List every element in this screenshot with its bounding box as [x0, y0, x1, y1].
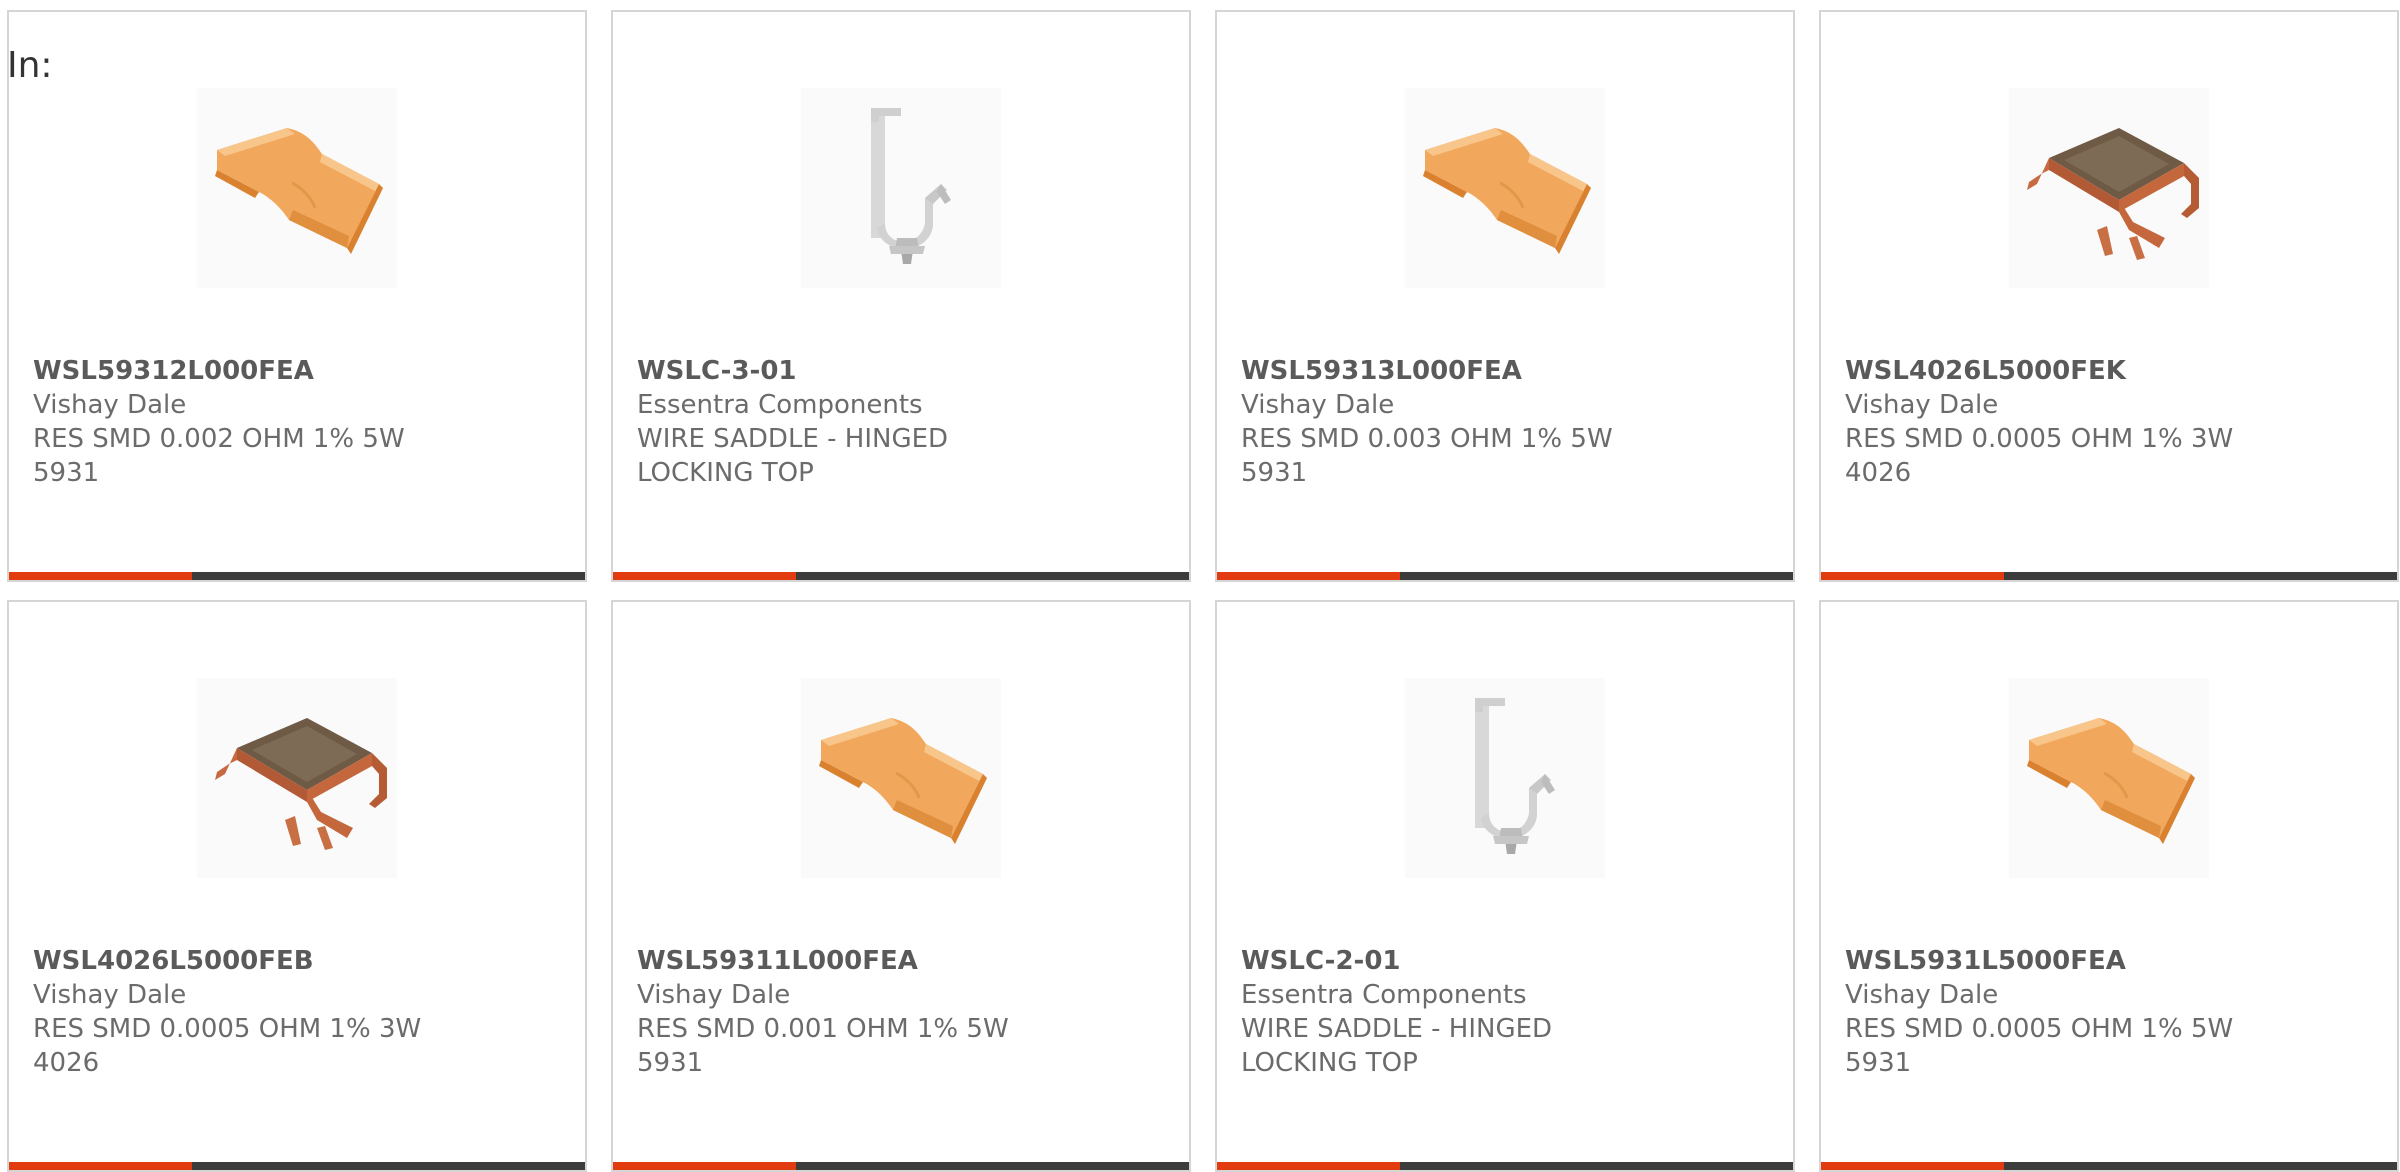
flat-resistor-icon — [213, 126, 385, 256]
card-accent — [1821, 1162, 2004, 1170]
part-number-link[interactable]: WSL5931L5000FEA — [1845, 944, 2373, 978]
part-number-link[interactable]: WSL4026L5000FEB — [33, 944, 561, 978]
filter-label: In: — [7, 45, 53, 86]
product-image — [197, 88, 397, 288]
description: RES SMD 0.0005 OHM 1% 5W 5931 — [1845, 1014, 2234, 1078]
card-accent — [1217, 572, 1400, 580]
manufacturer: Essentra Components — [637, 390, 923, 420]
product-grid: WSL59312L000FEA Vishay Dale RES SMD 0.00… — [7, 10, 2400, 1172]
product-image — [2009, 88, 2209, 288]
product-card[interactable]: WSLC-2-01 Essentra Components WIRE SADDL… — [1215, 600, 1795, 1172]
product-card[interactable]: WSL59313L000FEA Vishay Dale RES SMD 0.00… — [1215, 10, 1795, 582]
product-text: WSL4026L5000FEB Vishay Dale RES SMD 0.00… — [33, 944, 561, 1080]
product-card[interactable]: WSL4026L5000FEK Vishay Dale RES SMD 0.00… — [1819, 10, 2399, 582]
description: RES SMD 0.0005 OHM 1% 3W 4026 — [33, 1014, 422, 1078]
manufacturer: Vishay Dale — [33, 980, 187, 1010]
flat-resistor-icon — [817, 716, 989, 846]
product-text: WSLC-3-01 Essentra Components WIRE SADDL… — [637, 354, 1165, 490]
description: RES SMD 0.003 OHM 1% 5W 5931 — [1241, 424, 1613, 488]
card-footer-bar — [1217, 1162, 1793, 1170]
card-footer-bar — [9, 1162, 585, 1170]
description: WIRE SADDLE - HINGED LOCKING TOP — [1241, 1014, 1553, 1078]
product-image — [197, 678, 397, 878]
product-card[interactable]: WSL5931L5000FEA Vishay Dale RES SMD 0.00… — [1819, 600, 2399, 1172]
card-accent — [9, 572, 192, 580]
product-text: WSL59312L000FEA Vishay Dale RES SMD 0.00… — [33, 354, 561, 490]
card-accent — [613, 572, 796, 580]
card-footer-bar — [613, 572, 1189, 580]
part-number-link[interactable]: WSL4026L5000FEK — [1845, 354, 2373, 388]
product-image — [1405, 678, 1605, 878]
product-text: WSLC-2-01 Essentra Components WIRE SADDL… — [1241, 944, 1769, 1080]
flat-resistor-icon — [2025, 716, 2197, 846]
product-card[interactable]: WSL4026L5000FEB Vishay Dale RES SMD 0.00… — [7, 600, 587, 1172]
manufacturer: Vishay Dale — [1845, 390, 1999, 420]
card-accent — [1217, 1162, 1400, 1170]
manufacturer: Essentra Components — [1241, 980, 1527, 1010]
part-number-link[interactable]: WSLC-2-01 — [1241, 944, 1769, 978]
part-number-link[interactable]: WSLC-3-01 — [637, 354, 1165, 388]
description: RES SMD 0.001 OHM 1% 5W 5931 — [637, 1014, 1009, 1078]
card-footer-bar — [1217, 572, 1793, 580]
wire-saddle-icon — [1475, 698, 1555, 854]
product-image — [2009, 678, 2209, 878]
part-number-link[interactable]: WSL59311L000FEA — [637, 944, 1165, 978]
product-card[interactable]: WSL59311L000FEA Vishay Dale RES SMD 0.00… — [611, 600, 1191, 1172]
product-card[interactable]: WSL59312L000FEA Vishay Dale RES SMD 0.00… — [7, 10, 587, 582]
description: RES SMD 0.002 OHM 1% 5W 5931 — [33, 424, 405, 488]
wire-saddle-icon — [871, 108, 951, 264]
description: WIRE SADDLE - HINGED LOCKING TOP — [637, 424, 949, 488]
product-text: WSL59311L000FEA Vishay Dale RES SMD 0.00… — [637, 944, 1165, 1080]
part-number-link[interactable]: WSL59313L000FEA — [1241, 354, 1769, 388]
flat-resistor-icon — [1421, 126, 1593, 256]
card-footer-bar — [1821, 1162, 2397, 1170]
product-image — [801, 678, 1001, 878]
product-text: WSL4026L5000FEK Vishay Dale RES SMD 0.00… — [1845, 354, 2373, 490]
product-image — [1405, 88, 1605, 288]
part-number-link[interactable]: WSL59312L000FEA — [33, 354, 561, 388]
card-accent — [9, 1162, 192, 1170]
product-text: WSL59313L000FEA Vishay Dale RES SMD 0.00… — [1241, 354, 1769, 490]
product-text: WSL5931L5000FEA Vishay Dale RES SMD 0.00… — [1845, 944, 2373, 1080]
manufacturer: Vishay Dale — [637, 980, 791, 1010]
manufacturer: Vishay Dale — [1845, 980, 1999, 1010]
card-accent — [613, 1162, 796, 1170]
metal-strip-resistor-icon — [215, 718, 387, 850]
manufacturer: Vishay Dale — [33, 390, 187, 420]
description: RES SMD 0.0005 OHM 1% 3W 4026 — [1845, 424, 2234, 488]
metal-strip-resistor-icon — [2027, 128, 2199, 260]
card-accent — [1821, 572, 2004, 580]
card-footer-bar — [9, 572, 585, 580]
manufacturer: Vishay Dale — [1241, 390, 1395, 420]
card-footer-bar — [613, 1162, 1189, 1170]
card-footer-bar — [1821, 572, 2397, 580]
product-image — [801, 88, 1001, 288]
product-card[interactable]: WSLC-3-01 Essentra Components WIRE SADDL… — [611, 10, 1191, 582]
